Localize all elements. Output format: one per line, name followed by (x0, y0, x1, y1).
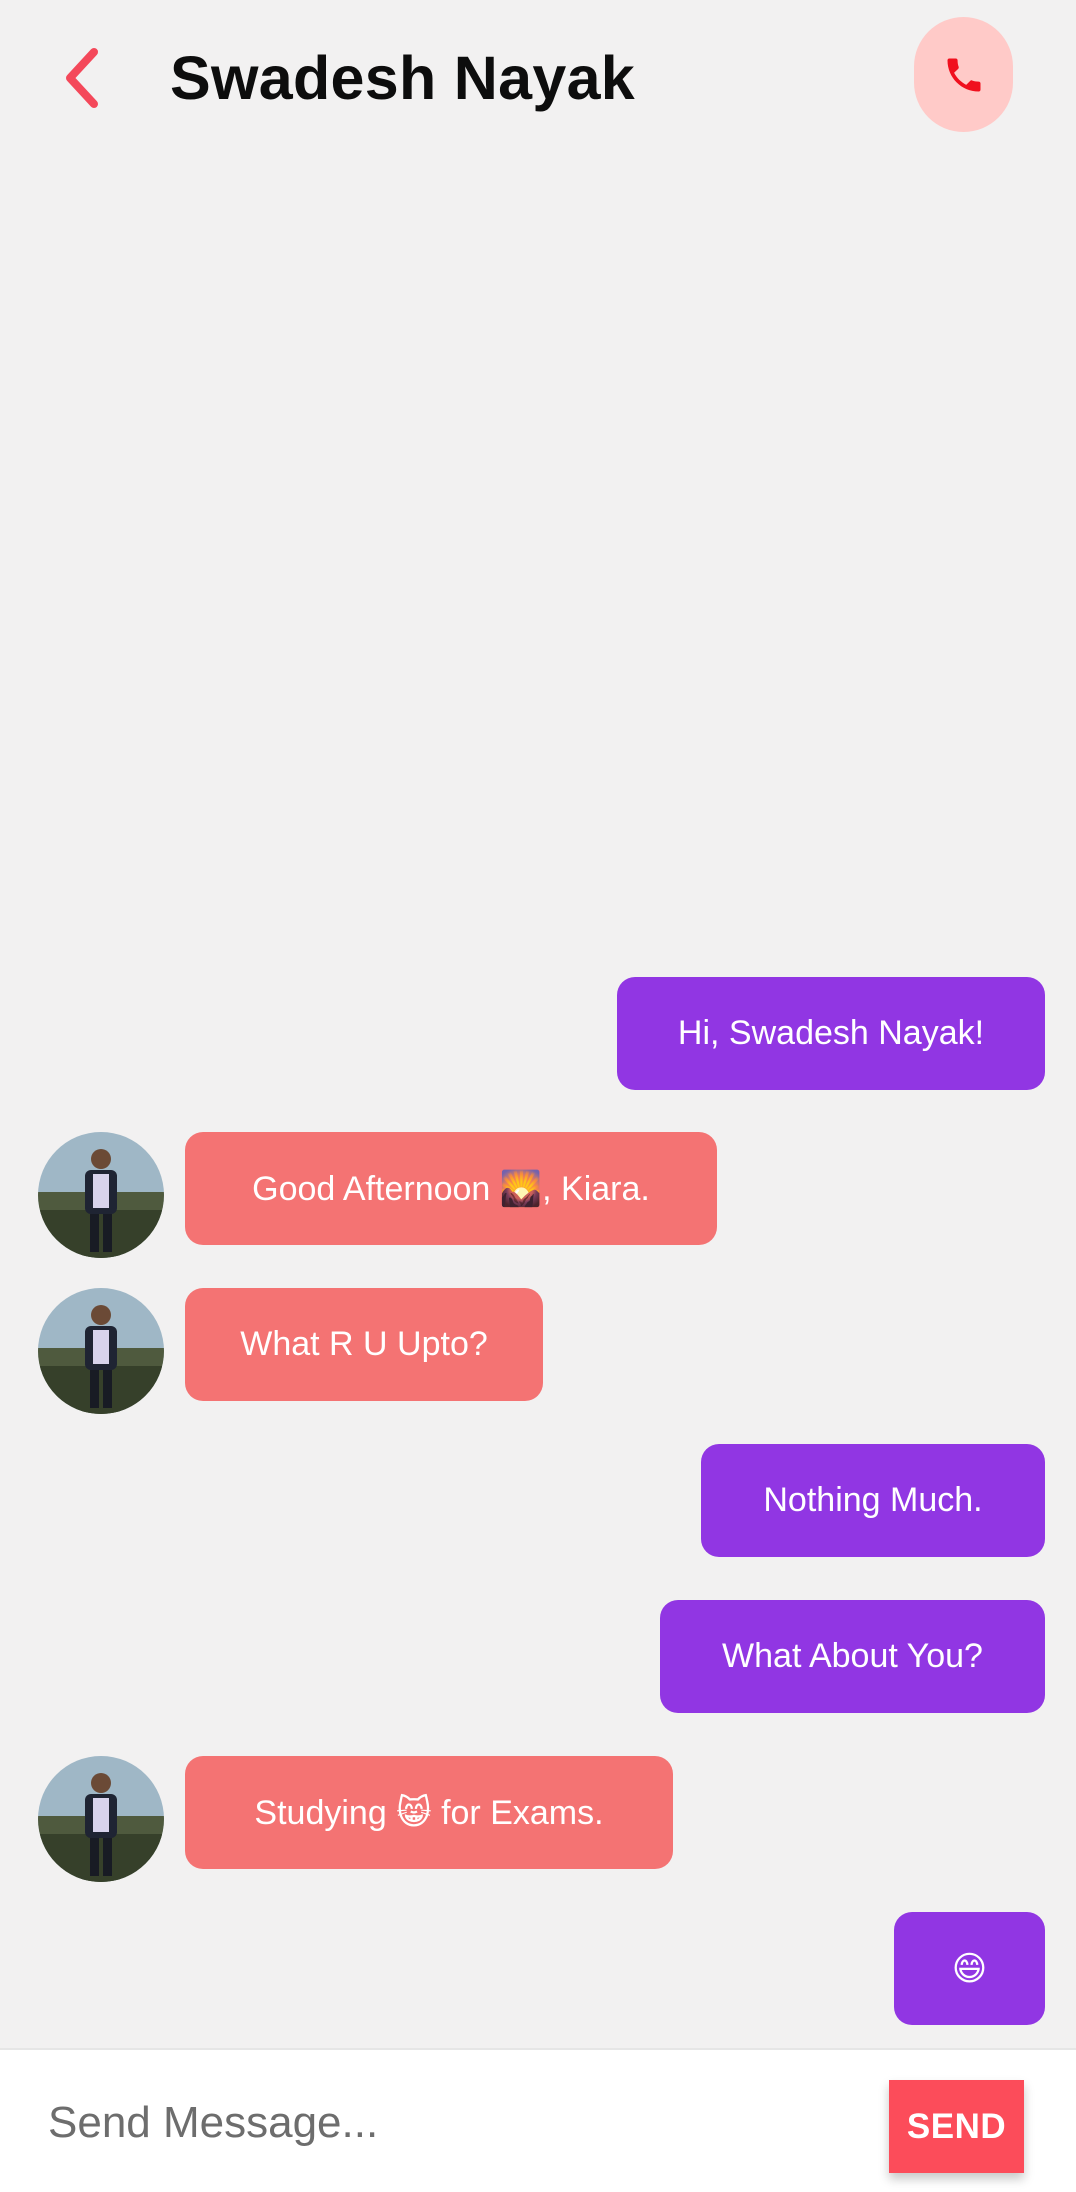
received-message-bubble[interactable]: Good Afternoon 🌄, Kiara. (185, 1132, 717, 1245)
sent-message-bubble[interactable]: 😄 (894, 1912, 1045, 2025)
contact-avatar[interactable] (38, 1132, 164, 1258)
contact-avatar[interactable] (38, 1756, 164, 1882)
received-message-bubble[interactable]: Studying 😸 for Exams. (185, 1756, 673, 1869)
sent-message-bubble[interactable]: What About You? (660, 1600, 1045, 1713)
avatar-photo (38, 1288, 164, 1414)
chevron-left-icon (66, 48, 98, 108)
contact-avatar[interactable] (38, 1288, 164, 1414)
sent-message-bubble[interactable]: Nothing Much. (701, 1444, 1045, 1557)
back-button[interactable] (52, 38, 112, 118)
send-button[interactable]: SEND (889, 2080, 1024, 2173)
chat-screen: Swadesh Nayak Hi, Swadesh Nayak! Good Af… (0, 0, 1076, 2192)
received-message-bubble[interactable]: What R U Upto? (185, 1288, 543, 1401)
avatar-photo (38, 1132, 164, 1258)
call-button[interactable] (914, 17, 1013, 132)
message-composer: SEND (0, 2048, 1076, 2192)
chat-header: Swadesh Nayak (0, 0, 1076, 155)
contact-name: Swadesh Nayak (170, 44, 636, 112)
phone-icon (947, 58, 980, 91)
message-input[interactable] (48, 2088, 848, 2158)
avatar-photo (38, 1756, 164, 1882)
sent-message-bubble[interactable]: Hi, Swadesh Nayak! (617, 977, 1045, 1090)
